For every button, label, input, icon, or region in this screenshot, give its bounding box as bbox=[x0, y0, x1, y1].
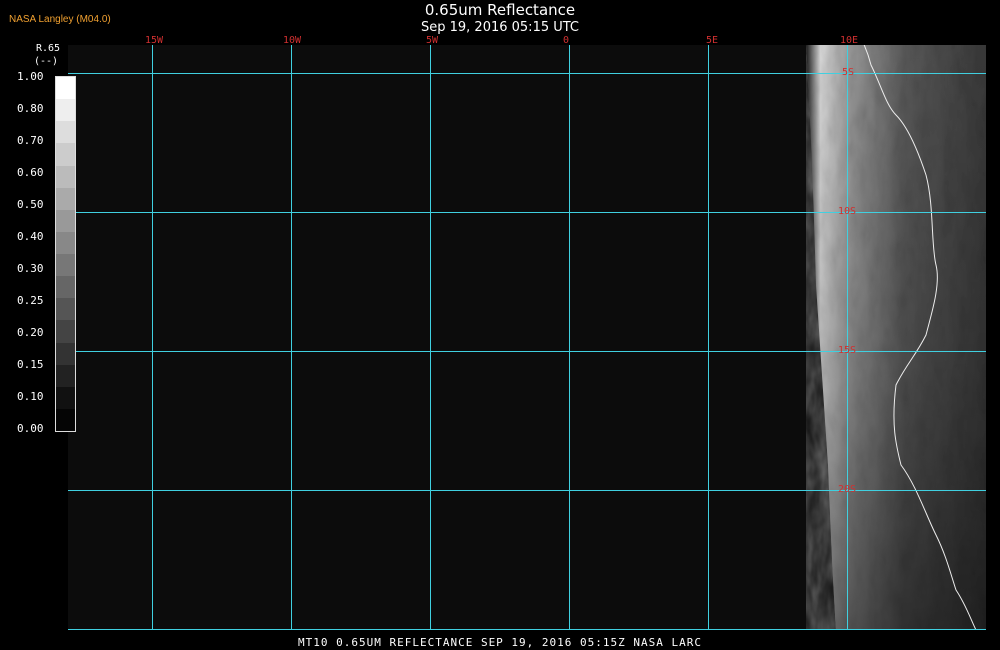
colorbar-tick-label: 0.40 bbox=[17, 230, 44, 243]
lon-label-10e: 10E bbox=[840, 35, 859, 46]
colorbar-swatch bbox=[56, 165, 75, 188]
colorbar-tick-label: 0.10 bbox=[17, 390, 44, 403]
map-title: 0.65um Reflectance bbox=[424, 1, 576, 19]
colorbar-tick-label: 0.15 bbox=[17, 358, 44, 371]
lat-label-20s: 20S bbox=[838, 484, 857, 495]
colorbar-swatch bbox=[56, 342, 75, 365]
colorbar-swatch bbox=[56, 364, 75, 387]
colorbar-swatch bbox=[56, 276, 75, 299]
colorbar-swatch bbox=[56, 209, 75, 232]
colorbar-swatch bbox=[56, 231, 75, 254]
colorbar-swatch bbox=[56, 254, 75, 277]
colorbar-tick-label: 0.50 bbox=[17, 198, 44, 211]
colorbar-tick-label: 0.25 bbox=[17, 294, 44, 307]
lat-label-15s: 15S bbox=[838, 345, 857, 356]
satellite-map[interactable] bbox=[68, 45, 986, 630]
lat-lon-grid bbox=[68, 45, 986, 630]
colorbar-swatch bbox=[56, 77, 75, 100]
colorbar-swatch bbox=[56, 298, 75, 321]
colorbar-tick-label: 1.00 bbox=[17, 70, 44, 83]
map-subtitle: Sep 19, 2016 05:15 UTC bbox=[420, 20, 580, 35]
colorbar-tick-label: 0.70 bbox=[17, 134, 44, 147]
colorbar-swatch bbox=[56, 187, 75, 210]
colorbar-units-label: (--) bbox=[34, 56, 59, 67]
colorbar-swatch bbox=[56, 320, 75, 343]
colorbar-variable-label: R.65 bbox=[36, 43, 61, 54]
colorbar-swatch bbox=[56, 121, 75, 144]
colorbar-tick-label: 0.00 bbox=[17, 422, 44, 435]
footer-caption: MT10 0.65UM REFLECTANCE SEP 19, 2016 05:… bbox=[298, 636, 702, 649]
lat-label-5s: 5S bbox=[842, 67, 855, 78]
colorbar bbox=[55, 76, 76, 432]
colorbar-swatch bbox=[56, 143, 75, 166]
colorbar-swatch bbox=[56, 386, 75, 409]
lon-label-10w: 10W bbox=[283, 35, 302, 46]
lon-label-0: 0 bbox=[563, 35, 570, 46]
colorbar-tick-label: 0.30 bbox=[17, 262, 44, 275]
lon-label-5e: 5E bbox=[706, 35, 719, 46]
lon-label-15w: 15W bbox=[145, 35, 164, 46]
colorbar-tick-label: 0.20 bbox=[17, 326, 44, 339]
lat-label-10s: 10S bbox=[838, 206, 857, 217]
lon-label-5w: 5W bbox=[426, 35, 439, 46]
colorbar-swatches bbox=[56, 77, 75, 431]
colorbar-swatch bbox=[56, 99, 75, 122]
colorbar-tick-label: 0.80 bbox=[17, 102, 44, 115]
colorbar-tick-label: 0.60 bbox=[17, 166, 44, 179]
colorbar-swatch bbox=[56, 408, 75, 431]
